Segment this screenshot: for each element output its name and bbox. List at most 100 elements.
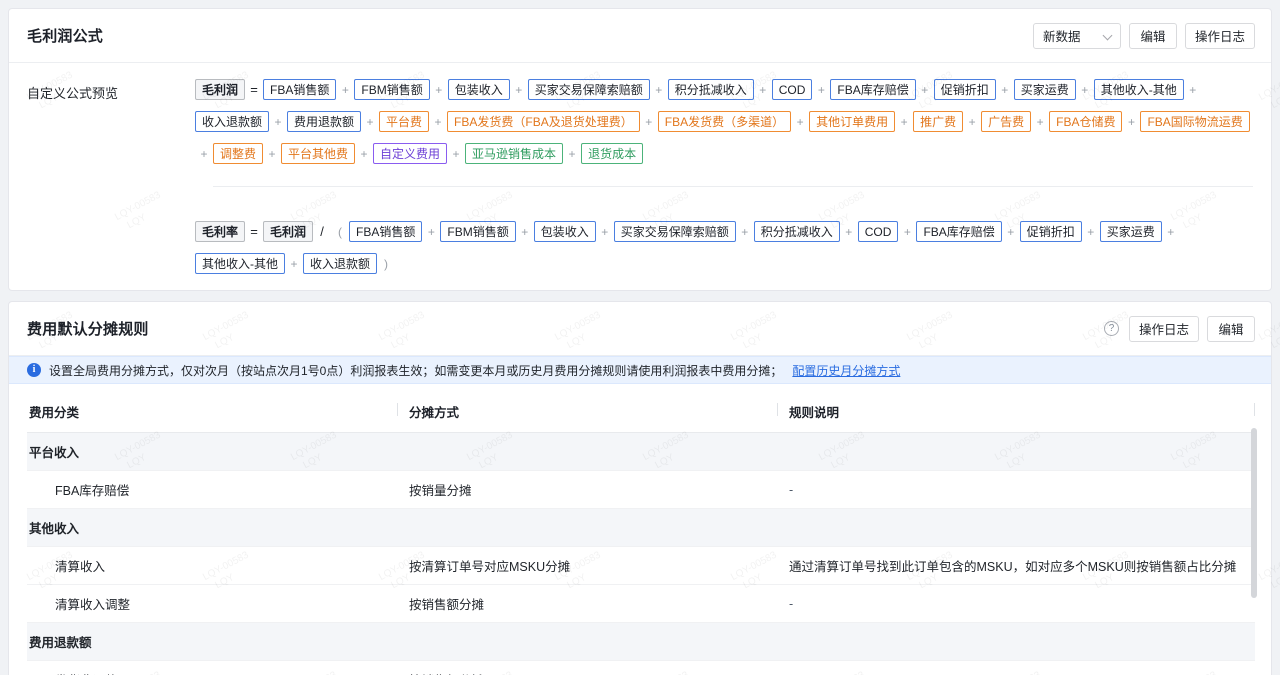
table-row[interactable]: FBA库存赔偿 按销量分摊 -	[27, 470, 1255, 509]
formula-2-operator-11: +	[903, 224, 911, 239]
table-row[interactable]: 清算收入 按清算订单号对应MSKU分摊 通过清算订单号找到此订单包含的MSKU，如对…	[27, 546, 1255, 585]
cell-category: FBA库存赔偿	[27, 470, 397, 509]
cell-category: 发货费退款项	[27, 660, 397, 675]
formula-1-operator-33: +	[968, 114, 976, 129]
formula-1-operator-27: +	[645, 114, 653, 129]
cell-category: 清算收入调整	[27, 584, 397, 623]
formula-1-operator-23: +	[366, 114, 374, 129]
formula-1-tag-26[interactable]: FBA发货费（FBA及退货处理费）	[447, 111, 640, 132]
formula-1-operator-29: +	[796, 114, 804, 129]
formula-2-tag-0[interactable]: FBA销售额	[349, 221, 423, 242]
gross-profit-card-header: 毛利润公式 新数据 编辑 操作日志	[9, 9, 1271, 63]
formula-2-tag-10[interactable]: COD	[857, 221, 899, 242]
allocation-rules-card: 费用默认分摊规则 ? 操作日志 编辑 i 设置全局费用分摊方式，仅对次月（按站点…	[8, 301, 1272, 675]
formula-1-operator-45: +	[452, 146, 460, 161]
formula-1-tokens: 毛利润 = FBA销售额 + FBM销售额 + 包装收入 + 买家交易保障索赔额 + 积分抵减收…	[195, 79, 1253, 164]
formula-1-result-tag[interactable]: 毛利润	[195, 79, 246, 100]
question-circle-icon[interactable]: ?	[1103, 321, 1119, 336]
table-row[interactable]: 发货费退款项按销售额分摊-	[27, 660, 1255, 675]
table-group-row: 其他收入	[27, 508, 1255, 547]
formula-1-tag-14[interactable]: 促销折扣	[933, 79, 996, 100]
column-separator	[777, 403, 778, 416]
formula-1-tag-24[interactable]: 平台费	[379, 111, 430, 132]
formula-2-tag-14[interactable]: 促销折扣	[1019, 221, 1082, 242]
allocation-edit-button[interactable]: 编辑	[1207, 315, 1255, 342]
formula-1-operator-3: +	[435, 82, 443, 97]
allocation-rules-table: 费用分类 分摊方式 规则说明 平台收入 FBA库存赔偿 按销量分摊 - 其他收入 清算收入…	[27, 394, 1255, 675]
cell-allocation-mode: 按销量分摊	[397, 470, 777, 509]
table-group-row: 平台收入	[27, 432, 1255, 471]
formula-2-operator-15: +	[1087, 224, 1095, 239]
formula-2-result-tag[interactable]: 毛利率	[195, 221, 246, 242]
formula-1-tag-20[interactable]: 收入退款额	[195, 111, 270, 132]
table-group-row: 费用退款额	[27, 622, 1255, 661]
formula-preview-body: 自定义公式预览 毛利润 = FBA销售额 + FBM销售额 + 包装收入 + 买家交易保障索…	[9, 63, 1271, 201]
table-scrollbar-thumb[interactable]	[1251, 428, 1257, 598]
formula-1-operator-35: +	[1036, 114, 1044, 129]
cell-rule-description: -	[777, 584, 1255, 623]
formula-1-tag-0[interactable]: FBA销售额	[263, 79, 337, 100]
formula-1-tag-6[interactable]: 买家交易保障索赔额	[527, 79, 650, 100]
configure-history-allocation-link[interactable]: 配置历史月分摊方式	[792, 362, 900, 379]
formula-2-equals: =	[250, 224, 258, 239]
formula-2-tag-2[interactable]: FBM销售额	[440, 221, 516, 242]
allocation-operation-log-button[interactable]: 操作日志	[1128, 315, 1199, 342]
formula-1-operator-1: +	[341, 82, 349, 97]
formula-2-tag-12[interactable]: FBA库存赔偿	[916, 221, 1002, 242]
formula-1-operator-19: +	[1189, 82, 1197, 97]
formula-1-tag-18[interactable]: 其他收入-其他	[1093, 79, 1184, 100]
dataset-select[interactable]: 新数据	[1032, 22, 1121, 49]
formula-1-tag-16[interactable]: 买家运费	[1013, 79, 1076, 100]
formula-1-tag-36[interactable]: FBA仓储费	[1049, 111, 1123, 132]
formula-1-operator-47: +	[568, 146, 576, 161]
formula-1-tag-10[interactable]: COD	[771, 79, 813, 100]
formula-2-tag-6[interactable]: 买家交易保障索赔额	[613, 221, 736, 242]
formula-1-tag-2[interactable]: FBM销售额	[354, 79, 430, 100]
gross-profit-header-actions: 新数据 编辑 操作日志	[1032, 22, 1255, 49]
formula-1-operator-11: +	[817, 82, 825, 97]
formula-1-operator-5: +	[515, 82, 523, 97]
formula-1-operator-7: +	[655, 82, 663, 97]
formula-2-tag-16[interactable]: 买家运费	[1099, 221, 1162, 242]
formula-1-tag-8[interactable]: 积分抵减收入	[667, 79, 754, 100]
formula-1-tag-12[interactable]: FBA库存赔偿	[830, 79, 916, 100]
table-row[interactable]: 清算收入调整 按销售额分摊 -	[27, 584, 1255, 623]
formula-2-paren-open: (	[338, 224, 343, 239]
formula-1-tag-28[interactable]: FBA发货费（多渠道）	[657, 111, 792, 132]
formula-2-operator-3: +	[521, 224, 529, 239]
formula-2-tag-18[interactable]: 其他收入-其他	[195, 253, 285, 274]
cell-rule-description: 通过清算订单号找到此订单包含的MSKU，如对应多个MSKU则按销售额占比分摊	[777, 546, 1255, 585]
table-scrollbar[interactable]	[1251, 428, 1257, 675]
column-header-description: 规则说明	[777, 394, 1255, 433]
gross-profit-formula-card: 毛利润公式 新数据 编辑 操作日志 自定义公式预览 毛利润 = FBA销售额 + F…	[8, 8, 1272, 291]
formula-1-tag-46[interactable]: 亚马逊销售成本	[465, 143, 564, 164]
formula-1-tag-40[interactable]: 调整费	[213, 143, 264, 164]
formula-1-operator-41: +	[268, 146, 276, 161]
formula-2-numerator-tag[interactable]: 毛利润	[263, 221, 314, 242]
formula-1-operator-15: +	[1001, 82, 1009, 97]
allocation-banner-text: 设置全局费用分摊方式，仅对次月（按站点次月1号0点）利润报表生效；如需变更本月或…	[49, 363, 783, 378]
chevron-down-icon	[1103, 31, 1113, 41]
formula-2-tag-20[interactable]: 收入退款额	[303, 253, 378, 274]
formula-1-tag-34[interactable]: 广告费	[981, 111, 1032, 132]
formula-1-tag-42[interactable]: 平台其他费	[281, 143, 356, 164]
formula-2-operator-9: +	[845, 224, 853, 239]
formula-1-tag-48[interactable]: 退货成本	[581, 143, 644, 164]
formula-2-tag-4[interactable]: 包装收入	[533, 221, 596, 242]
formula-1-tag-30[interactable]: 其他订单费用	[809, 111, 896, 132]
formula-1-equals: =	[250, 82, 258, 97]
table-group-label: 平台收入	[27, 432, 1255, 471]
info-icon: i	[27, 363, 41, 377]
formula-1-tag-32[interactable]: 推广费	[913, 111, 964, 132]
formula-operation-log-button[interactable]: 操作日志	[1184, 22, 1255, 49]
formula-1-tag-38[interactable]: FBA国际物流运费	[1140, 111, 1250, 132]
formula-1-tag-44[interactable]: 自定义费用	[373, 143, 448, 164]
page-title: 毛利润公式	[27, 28, 104, 45]
formula-2-operator-19: +	[290, 256, 298, 271]
formula-2-tag-8[interactable]: 积分抵减收入	[753, 221, 840, 242]
formula-1-tag-4[interactable]: 包装收入	[447, 79, 510, 100]
formula-1-operator-25: +	[434, 114, 442, 129]
edit-formula-button[interactable]: 编辑	[1128, 22, 1177, 49]
formula-1-tag-22[interactable]: 费用退款额	[287, 111, 362, 132]
formula-1-operator-9: +	[759, 82, 767, 97]
